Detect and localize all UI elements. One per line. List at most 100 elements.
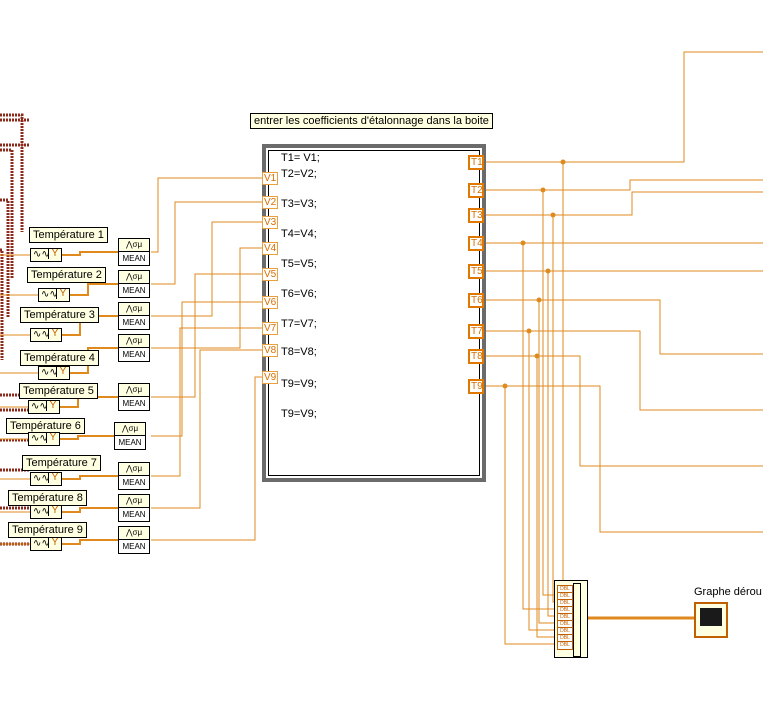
formula-input-v3[interactable]: V3 bbox=[262, 216, 278, 229]
formula-output-t3[interactable]: T3 bbox=[468, 208, 484, 223]
temperature-label-2: Température 2 bbox=[27, 267, 106, 283]
mean-node-6[interactable]: ⋀σμ MEAN bbox=[114, 422, 146, 450]
y-component-label: Y bbox=[48, 472, 61, 483]
mean-node-1[interactable]: ⋀σμ MEAN bbox=[118, 238, 150, 266]
output-wire-9[interactable] bbox=[484, 385, 763, 533]
mean-node-2[interactable]: ⋀σμ MEAN bbox=[118, 270, 150, 298]
formula-output-t7[interactable]: T7 bbox=[468, 324, 484, 339]
formula-input-v8[interactable]: V8 bbox=[262, 344, 278, 357]
y-component-label: Y bbox=[56, 366, 69, 377]
branch-wire-1[interactable] bbox=[555, 162, 564, 589]
formula-output-t9[interactable]: T9 bbox=[468, 379, 484, 394]
output-wire-6[interactable] bbox=[484, 299, 763, 355]
waveform-subset-1[interactable]: ∿∿ Y bbox=[30, 248, 62, 262]
formula-line-7: T7=V7; bbox=[281, 318, 317, 330]
y-component-label: Y bbox=[46, 400, 59, 411]
output-wire-3[interactable] bbox=[484, 191, 763, 216]
statistics-icon: ⋀σμ bbox=[119, 463, 149, 476]
mean-to-v5-wire[interactable] bbox=[151, 273, 262, 398]
formula-output-t5[interactable]: T5 bbox=[468, 264, 484, 279]
formula-input-v1[interactable]: V1 bbox=[262, 172, 278, 185]
formula-line-3: T3=V3; bbox=[281, 198, 317, 210]
branch-wire-3[interactable] bbox=[552, 215, 555, 603]
waveform-subset-5[interactable]: ∿∿ Y bbox=[28, 400, 60, 414]
output-wire-7[interactable] bbox=[484, 330, 763, 411]
output-wire-8[interactable] bbox=[484, 355, 763, 467]
y-to-mean-wire-7[interactable] bbox=[62, 475, 118, 480]
statistics-icon: ⋀σμ bbox=[119, 495, 149, 508]
y-to-mean-wire-6[interactable] bbox=[60, 435, 114, 440]
mean-label: MEAN bbox=[122, 254, 146, 263]
formula-input-v2[interactable]: V2 bbox=[262, 196, 278, 209]
formula-line-4: T4=V4; bbox=[281, 228, 317, 240]
statistics-icon: ⋀σμ bbox=[119, 384, 149, 397]
chart-icon bbox=[700, 608, 722, 626]
y-component-label: Y bbox=[48, 328, 61, 339]
formula-output-t4[interactable]: T4 bbox=[468, 236, 484, 251]
temperature-label-8: Température 8 bbox=[8, 490, 87, 506]
waveform-subset-8[interactable]: ∿∿ Y bbox=[30, 505, 62, 519]
statistics-icon: ⋀σμ bbox=[119, 303, 149, 316]
statistics-icon: ⋀σμ bbox=[115, 423, 145, 436]
cluster-wire-4[interactable] bbox=[0, 248, 4, 360]
y-component-label: Y bbox=[48, 537, 61, 548]
waveform-subset-3[interactable]: ∿∿ Y bbox=[30, 328, 62, 342]
mean-label: MEAN bbox=[122, 542, 146, 551]
formula-input-v7[interactable]: V7 bbox=[262, 322, 278, 335]
y-component-label: Y bbox=[56, 288, 69, 299]
mean-node-4[interactable]: ⋀σμ MEAN bbox=[118, 334, 150, 362]
waveform-subset-4[interactable]: ∿∿ Y bbox=[38, 366, 70, 380]
waveform-subset-9[interactable]: ∿∿ Y bbox=[30, 537, 62, 551]
y-to-mean-wire-9[interactable] bbox=[62, 539, 118, 545]
temperature-label-9: Température 9 bbox=[8, 522, 87, 538]
temperature-label-3: Température 3 bbox=[20, 307, 99, 323]
build-array-output bbox=[573, 583, 581, 657]
formula-input-v9[interactable]: V9 bbox=[262, 371, 278, 384]
formula-output-t6[interactable]: T6 bbox=[468, 293, 484, 308]
waveform-subset-7[interactable]: ∿∿ Y bbox=[30, 472, 62, 486]
mean-node-7[interactable]: ⋀σμ MEAN bbox=[118, 462, 150, 490]
build-array-node[interactable]: DBL DBL DBL DBL DBL DBL DBL DBL DBL bbox=[554, 580, 588, 658]
formula-input-v5[interactable]: V5 bbox=[262, 268, 278, 281]
build-array-input-9[interactable]: DBL bbox=[557, 641, 573, 650]
mean-node-3[interactable]: ⋀σμ MEAN bbox=[118, 302, 150, 330]
waveform-subset-6[interactable]: ∿∿ Y bbox=[28, 432, 60, 446]
output-wire-2[interactable] bbox=[484, 179, 763, 191]
y-component-label: Y bbox=[46, 432, 59, 443]
mean-label: MEAN bbox=[122, 286, 146, 295]
mean-label: MEAN bbox=[122, 399, 146, 408]
temperature-label-4: Température 4 bbox=[20, 350, 99, 366]
formula-output-t1[interactable]: T1 bbox=[468, 155, 484, 170]
formula-line-1: T1= V1; bbox=[281, 152, 320, 164]
formula-output-t2[interactable]: T2 bbox=[468, 183, 484, 198]
statistics-icon: ⋀σμ bbox=[119, 271, 149, 284]
mean-to-v4-wire[interactable] bbox=[151, 247, 262, 349]
output-wire-1[interactable] bbox=[484, 51, 763, 163]
waveform-subset-2[interactable]: ∿∿ Y bbox=[38, 288, 70, 302]
mean-node-9[interactable]: ⋀σμ MEAN bbox=[118, 526, 150, 554]
y-to-mean-wire-2[interactable] bbox=[70, 283, 118, 296]
mean-to-v1-wire[interactable] bbox=[151, 177, 262, 253]
mean-to-v2-wire[interactable] bbox=[151, 201, 262, 285]
formula-output-t8[interactable]: T8 bbox=[468, 349, 484, 364]
statistics-icon: ⋀σμ bbox=[119, 527, 149, 540]
y-to-mean-wire-1[interactable] bbox=[62, 251, 118, 256]
formula-line-6: T6=V6; bbox=[281, 288, 317, 300]
mean-to-v8-wire[interactable] bbox=[151, 349, 262, 509]
formula-input-v4[interactable]: V4 bbox=[262, 242, 278, 255]
branch-wire-5[interactable] bbox=[547, 271, 555, 617]
y-component-label: Y bbox=[48, 505, 61, 516]
y-to-mean-wire-8[interactable] bbox=[62, 507, 118, 513]
mean-to-v6-wire[interactable] bbox=[151, 301, 262, 437]
waveform-chart-terminal[interactable] bbox=[694, 602, 728, 638]
formula-line-10: T9=V9; bbox=[281, 408, 317, 420]
mean-label: MEAN bbox=[122, 318, 146, 327]
y-component-label: Y bbox=[48, 248, 61, 259]
mean-node-5[interactable]: ⋀σμ MEAN bbox=[118, 383, 150, 411]
branch-wire-7[interactable] bbox=[528, 331, 555, 631]
temperature-label-5: Température 5 bbox=[19, 383, 98, 399]
mean-node-8[interactable]: ⋀σμ MEAN bbox=[118, 494, 150, 522]
formula-input-v6[interactable]: V6 bbox=[262, 296, 278, 309]
mean-to-v9-wire[interactable] bbox=[151, 376, 262, 541]
formula-node[interactable] bbox=[262, 144, 486, 482]
